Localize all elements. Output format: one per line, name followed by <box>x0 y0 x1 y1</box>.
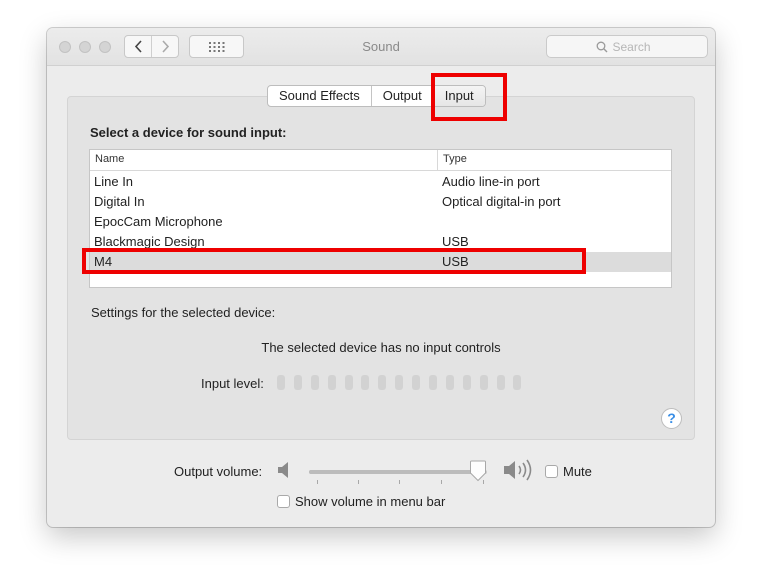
column-header-type[interactable]: Type <box>443 153 467 165</box>
input-level-segment <box>429 375 438 390</box>
table-header: Name Type <box>90 150 671 171</box>
tab-bar: Sound Effects Output Input <box>267 85 486 107</box>
mute-label: Mute <box>563 464 592 479</box>
table-row[interactable]: Digital In Optical digital-in port <box>90 192 671 212</box>
input-level-segment <box>479 375 488 390</box>
input-level-segment <box>378 375 387 390</box>
title-bar: Sound <box>47 28 715 66</box>
output-volume-label: Output volume: <box>174 464 263 479</box>
settings-label: Settings for the selected device: <box>91 305 276 320</box>
device-type: USB <box>442 234 469 249</box>
input-level-segment <box>277 375 285 390</box>
table-row[interactable]: Line In Audio line-in port <box>90 172 671 192</box>
tab-sound-effects[interactable]: Sound Effects <box>268 86 371 106</box>
device-type: USB <box>442 254 469 269</box>
device-name: Line In <box>94 174 134 189</box>
slider-fill <box>309 470 479 474</box>
input-level-segment <box>496 375 505 390</box>
output-volume-slider[interactable] <box>309 470 487 474</box>
input-level-segment <box>293 375 302 390</box>
show-volume-in-menu-bar-checkbox[interactable] <box>277 495 290 508</box>
input-level-segment <box>361 375 370 390</box>
input-level-segment <box>310 375 319 390</box>
slider-tick <box>317 480 318 484</box>
input-level-segment <box>395 375 404 390</box>
input-level-segment <box>327 375 336 390</box>
column-header-name[interactable]: Name <box>95 153 124 165</box>
input-level-segment <box>344 375 353 390</box>
sound-preferences-window: Sound Sound Effects Output Input Select … <box>47 28 715 527</box>
show-volume-in-menu-bar-label: Show volume in menu bar <box>295 494 446 509</box>
device-type: Optical digital-in port <box>442 194 561 209</box>
device-name: EpocCam Microphone <box>94 214 223 229</box>
device-name: Digital In <box>94 194 145 209</box>
slider-tick <box>441 480 442 484</box>
input-device-table: Name Type Line In Audio line-in port Dig… <box>89 149 672 288</box>
speaker-low-icon <box>278 462 288 478</box>
input-level-segment <box>462 375 471 390</box>
input-level-segment <box>513 375 522 390</box>
input-level-segment <box>412 375 421 390</box>
slider-knob[interactable] <box>469 460 487 482</box>
tab-input[interactable]: Input <box>432 86 485 106</box>
input-device-heading: Select a device for sound input: <box>90 125 287 140</box>
speaker-high-icon <box>504 459 532 481</box>
table-row-selected[interactable]: M4 USB <box>90 252 671 272</box>
device-name: Blackmagic Design <box>94 234 205 249</box>
input-level-label: Input level: <box>201 376 264 391</box>
slider-tick <box>399 480 400 484</box>
search-field[interactable] <box>546 35 708 58</box>
input-level-meter <box>277 375 522 390</box>
no-controls-message: The selected device has no input control… <box>261 340 501 355</box>
search-input[interactable] <box>612 39 659 54</box>
table-row[interactable]: Blackmagic Design USB <box>90 232 671 252</box>
device-type: Audio line-in port <box>442 174 540 189</box>
tab-output[interactable]: Output <box>370 86 433 106</box>
slider-tick <box>358 480 359 484</box>
mute-checkbox[interactable] <box>545 465 558 478</box>
search-icon <box>596 41 607 52</box>
column-divider[interactable] <box>437 150 438 171</box>
device-name: M4 <box>94 254 113 269</box>
input-level-segment <box>445 375 454 390</box>
help-button[interactable]: ? <box>661 408 682 429</box>
table-row[interactable]: EpocCam Microphone <box>90 212 671 232</box>
